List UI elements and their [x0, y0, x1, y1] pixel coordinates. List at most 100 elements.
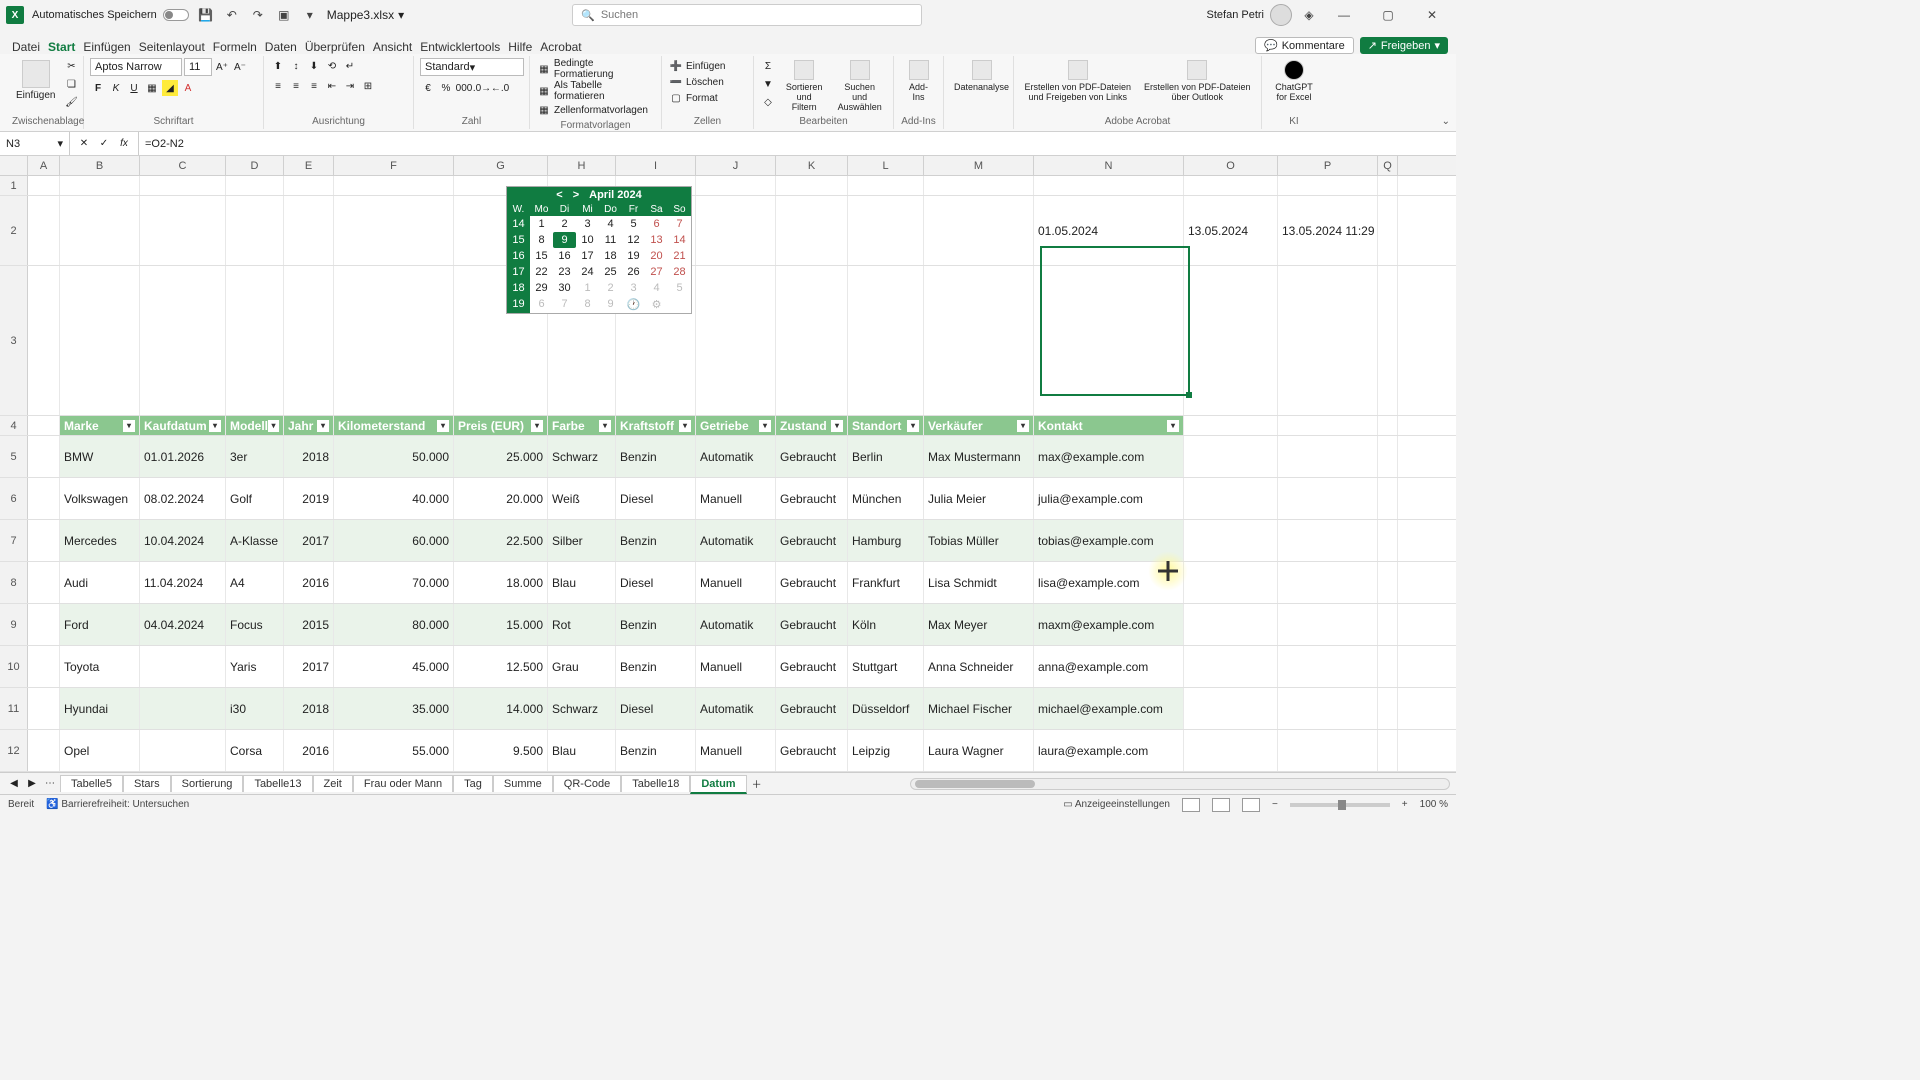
cal-day[interactable]: 19: [622, 248, 645, 264]
cell[interactable]: [776, 196, 848, 265]
cell[interactable]: Schwarz: [548, 688, 616, 729]
cell[interactable]: [284, 266, 334, 415]
cell[interactable]: Marke▾: [60, 416, 140, 435]
delete-rows-button[interactable]: ➖Löschen: [668, 74, 724, 90]
cell[interactable]: [28, 730, 60, 771]
cell[interactable]: Manuell: [696, 646, 776, 687]
cell[interactable]: Benzin: [616, 436, 696, 477]
cell[interactable]: Manuell: [696, 730, 776, 771]
cell[interactable]: Max Mustermann: [924, 436, 1034, 477]
cell[interactable]: Köln: [848, 604, 924, 645]
user-account[interactable]: Stefan Petri: [1207, 4, 1292, 26]
cell[interactable]: 40.000: [334, 478, 454, 519]
align-bot-icon[interactable]: ⬇: [306, 58, 322, 74]
cell[interactable]: anna@example.com: [1034, 646, 1184, 687]
spreadsheet-grid[interactable]: ABCDEFGHIJKLMNOPQ 1201.05.202413.05.2024…: [0, 156, 1456, 772]
cell[interactable]: 20.000: [454, 478, 548, 519]
cell[interactable]: 15.000: [454, 604, 548, 645]
cell[interactable]: [140, 646, 226, 687]
cell[interactable]: Verkäufer▾: [924, 416, 1034, 435]
cell[interactable]: [28, 196, 60, 265]
undo-icon[interactable]: ↶: [223, 6, 241, 24]
cell[interactable]: Gebraucht: [776, 478, 848, 519]
cal-day[interactable]: 14: [668, 232, 691, 248]
fx-icon[interactable]: fx: [116, 136, 132, 152]
number-format[interactable]: Standard ▾: [420, 58, 524, 76]
filter-icon[interactable]: ▾: [437, 420, 449, 432]
col-header[interactable]: D: [226, 156, 284, 175]
row-header[interactable]: 9: [0, 604, 28, 645]
wrap-icon[interactable]: ↵: [342, 58, 358, 74]
row-header[interactable]: 8: [0, 562, 28, 603]
cell[interactable]: [28, 478, 60, 519]
cell[interactable]: Hamburg: [848, 520, 924, 561]
cell[interactable]: Diesel: [616, 478, 696, 519]
cell[interactable]: Automatik: [696, 604, 776, 645]
cell[interactable]: Rot: [548, 604, 616, 645]
cal-day[interactable]: 16: [507, 248, 530, 264]
copy-icon[interactable]: ❏: [63, 76, 79, 92]
pdf-link-button[interactable]: Erstellen von PDF-Dateien und Freigeben …: [1020, 58, 1136, 104]
select-all[interactable]: [0, 156, 28, 175]
cell[interactable]: 55.000: [334, 730, 454, 771]
cell[interactable]: [1378, 478, 1398, 519]
cell[interactable]: Corsa: [226, 730, 284, 771]
cell[interactable]: A4: [226, 562, 284, 603]
cal-day[interactable]: 10: [576, 232, 599, 248]
cell[interactable]: Michael Fischer: [924, 688, 1034, 729]
sheet-tab[interactable]: Tag: [453, 775, 493, 792]
cell[interactable]: michael@example.com: [1034, 688, 1184, 729]
cell[interactable]: 2015: [284, 604, 334, 645]
cell[interactable]: Getriebe▾: [696, 416, 776, 435]
cell[interactable]: [1184, 416, 1278, 435]
cell[interactable]: Stuttgart: [848, 646, 924, 687]
cal-prev-icon[interactable]: <: [556, 189, 562, 201]
cal-day[interactable]: 27: [645, 264, 668, 280]
pdf-outlook-button[interactable]: Erstellen von PDF-Dateien über Outlook: [1140, 58, 1256, 104]
cell[interactable]: [1184, 562, 1278, 603]
cal-day[interactable]: 13: [645, 232, 668, 248]
cell[interactable]: Yaris: [226, 646, 284, 687]
cell[interactable]: Gebraucht: [776, 520, 848, 561]
cell[interactable]: [848, 176, 924, 195]
percent-icon[interactable]: %: [438, 80, 454, 96]
orient-icon[interactable]: ⟲: [324, 58, 340, 74]
indent-dec-icon[interactable]: ⇤: [324, 78, 340, 94]
redo-icon[interactable]: ↷: [249, 6, 267, 24]
row-header[interactable]: 10: [0, 646, 28, 687]
cell[interactable]: i30: [226, 688, 284, 729]
cell[interactable]: [1278, 688, 1378, 729]
col-header[interactable]: K: [776, 156, 848, 175]
zoom-out-icon[interactable]: −: [1272, 799, 1278, 810]
align-mid-icon[interactable]: ↕: [288, 58, 304, 74]
col-header[interactable]: E: [284, 156, 334, 175]
cell[interactable]: 14.000: [454, 688, 548, 729]
row-header[interactable]: 1: [0, 176, 28, 195]
row-header[interactable]: 12: [0, 730, 28, 771]
filter-icon[interactable]: ▾: [759, 420, 771, 432]
cal-day[interactable]: 3: [576, 216, 599, 232]
cell[interactable]: [1378, 176, 1398, 195]
cond-format-button[interactable]: ▦Bedingte Formatierung: [536, 58, 655, 80]
cal-day[interactable]: 8: [576, 296, 599, 313]
cell[interactable]: [1378, 604, 1398, 645]
collapse-ribbon-icon[interactable]: ⌄: [1442, 116, 1450, 127]
sheet-tab[interactable]: Tabelle13: [243, 775, 312, 792]
cell[interactable]: [1378, 520, 1398, 561]
cell[interactable]: Kilometerstand▾: [334, 416, 454, 435]
cell[interactable]: [60, 266, 140, 415]
underline-icon[interactable]: U: [126, 80, 142, 96]
align-top-icon[interactable]: ⬆: [270, 58, 286, 74]
cell[interactable]: Standort▾: [848, 416, 924, 435]
cell[interactable]: Toyota: [60, 646, 140, 687]
cell[interactable]: Benzin: [616, 730, 696, 771]
cell[interactable]: Gebraucht: [776, 730, 848, 771]
cell[interactable]: Gebraucht: [776, 436, 848, 477]
italic-icon[interactable]: K: [108, 80, 124, 96]
cell[interactable]: lisa@example.com: [1034, 562, 1184, 603]
cal-day[interactable]: 1: [576, 280, 599, 296]
cell[interactable]: Jahr▾: [284, 416, 334, 435]
cell[interactable]: 2018: [284, 688, 334, 729]
cell[interactable]: 2016: [284, 562, 334, 603]
cell[interactable]: [1184, 478, 1278, 519]
